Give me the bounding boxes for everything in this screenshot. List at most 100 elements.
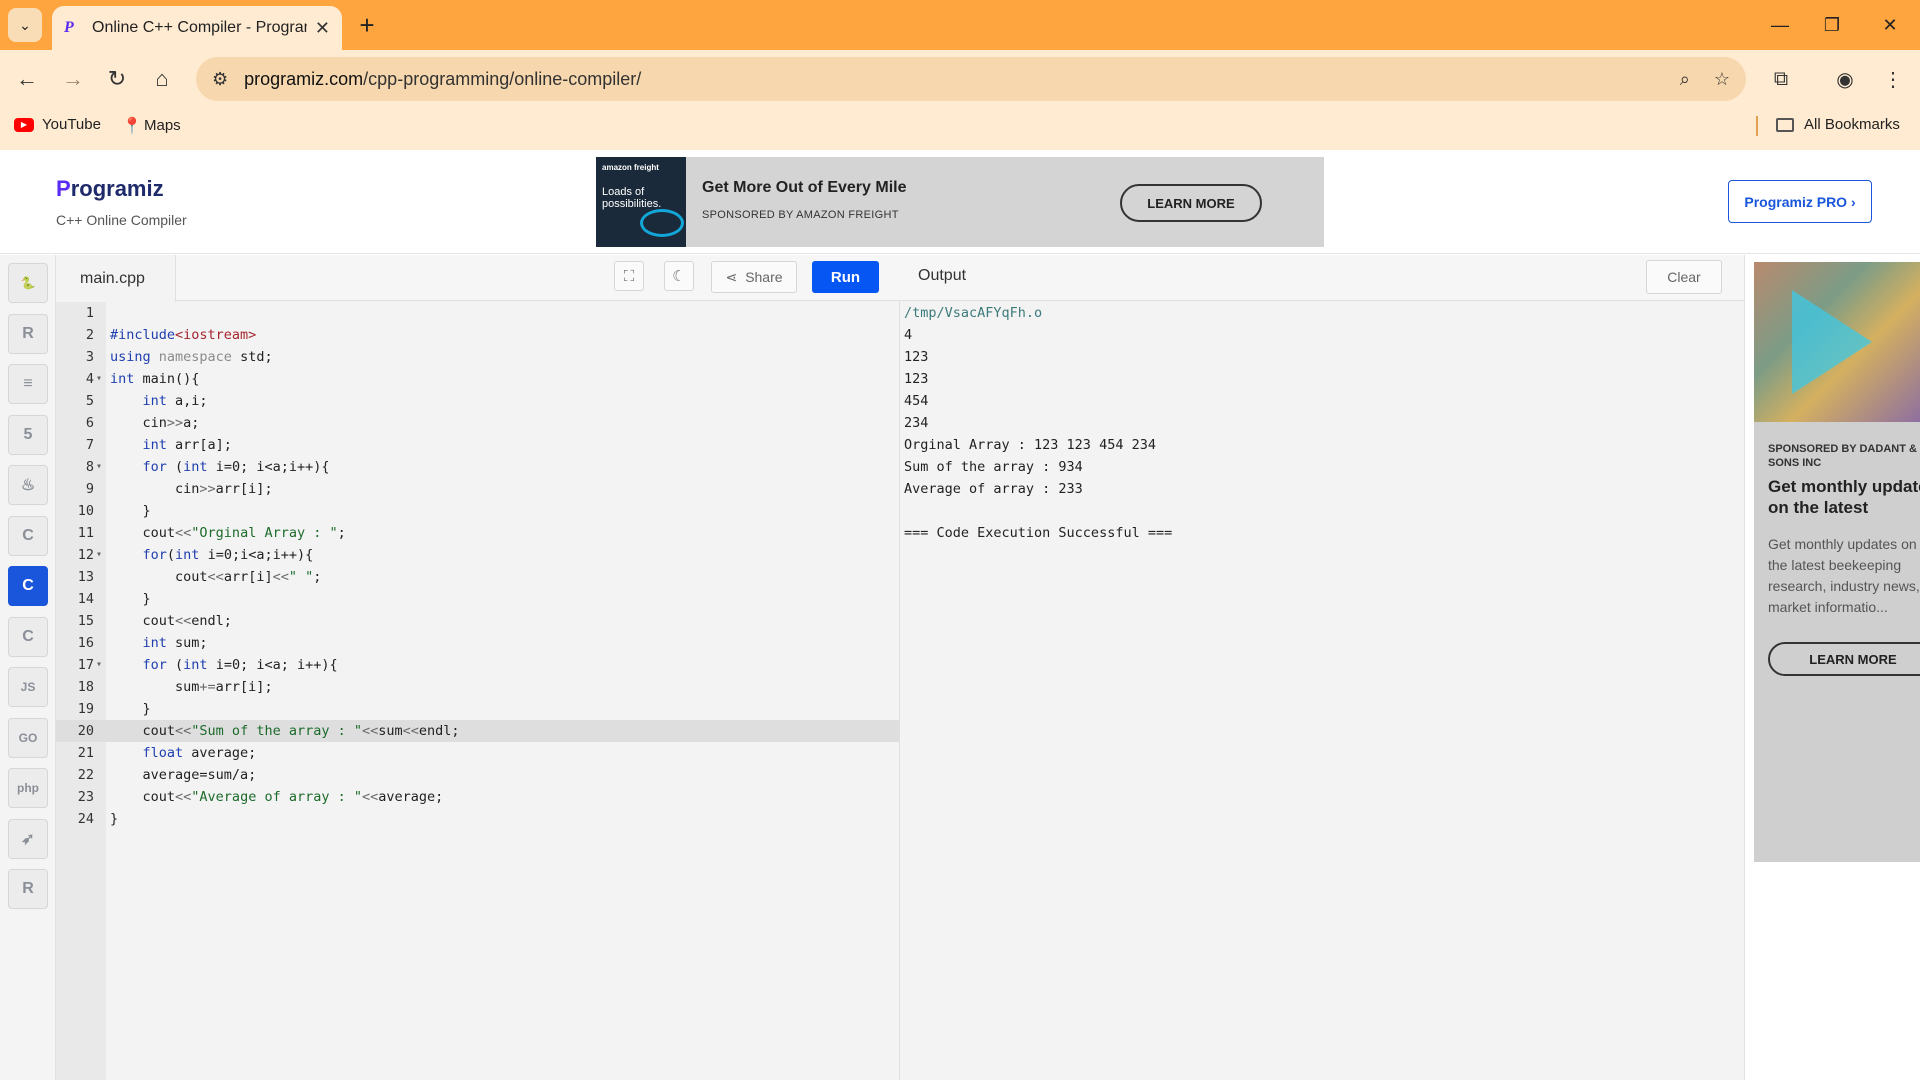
code-line[interactable]: 19 } bbox=[56, 698, 900, 720]
line-number: 14 bbox=[77, 591, 94, 607]
output-line: 123 bbox=[904, 371, 929, 387]
lang-cpp-button[interactable]: C bbox=[8, 566, 48, 606]
code-line[interactable]: 12 ▾ for(int i=0;i<a;i++){ bbox=[56, 544, 900, 566]
bookmark-star-icon[interactable]: ☆ bbox=[1714, 69, 1730, 90]
address-bar[interactable]: ⚙ programiz.com/cpp-programming/online-c… bbox=[196, 57, 1746, 101]
code-line[interactable]: 17 ▾ for (int i=0; i<a; i++){ bbox=[56, 654, 900, 676]
side-ad-learn-more-button[interactable]: LEARN MORE bbox=[1768, 642, 1920, 676]
code-line[interactable]: 16 int sum; bbox=[56, 632, 900, 654]
reload-icon[interactable]: ↻ bbox=[100, 62, 134, 96]
line-number: 19 bbox=[77, 701, 94, 717]
top-ad-banner[interactable]: amazon freight Loads of possibilities. G… bbox=[596, 157, 1324, 247]
code-text: sum+=arr[i]; bbox=[110, 679, 273, 695]
programiz-pro-button[interactable]: Programiz PRO › bbox=[1728, 180, 1872, 223]
ad-learn-more-button[interactable]: LEARN MORE bbox=[1120, 184, 1262, 222]
r-icon: R bbox=[22, 324, 34, 342]
code-text: } bbox=[110, 503, 151, 519]
lang-go-button[interactable]: GO bbox=[8, 717, 48, 758]
url-text[interactable]: programiz.com/cpp-programming/online-com… bbox=[244, 69, 1656, 90]
code-line[interactable]: 5 int a,i; bbox=[56, 390, 900, 412]
code-line[interactable]: 2 #include<iostream> bbox=[56, 324, 900, 346]
lang-java-button[interactable]: ♨ bbox=[8, 465, 48, 505]
fullscreen-icon: ⛶ bbox=[623, 267, 635, 285]
ad-title[interactable]: Get More Out of Every Mile bbox=[702, 179, 906, 197]
lang-python-button[interactable]: 🐍 bbox=[8, 263, 48, 303]
code-line[interactable]: 8 ▾ for (int i=0; i<a;i++){ bbox=[56, 456, 900, 478]
code-line[interactable]: 23 cout<<"Average of array : "<<average; bbox=[56, 786, 900, 808]
restore-icon[interactable]: ❐ bbox=[1812, 10, 1852, 40]
lang-php-button[interactable]: php bbox=[8, 768, 48, 808]
fold-arrow-icon[interactable]: ▾ bbox=[96, 654, 102, 676]
close-tab-icon[interactable]: ✕ bbox=[315, 18, 330, 39]
line-number: 21 bbox=[77, 745, 94, 761]
ad-image[interactable]: amazon freight Loads of possibilities. bbox=[596, 157, 686, 247]
line-number: 6 bbox=[85, 415, 94, 431]
lang-sql-button[interactable]: ≡ bbox=[8, 364, 48, 404]
lang-rust-button[interactable]: R bbox=[8, 869, 48, 909]
code-line[interactable]: 18 sum+=arr[i]; bbox=[56, 676, 900, 698]
play-icon[interactable] bbox=[1792, 290, 1872, 394]
code-line[interactable]: 11 cout<<"Orginal Array : "; bbox=[56, 522, 900, 544]
output-console[interactable]: /tmp/VsacAFYqFh.o 4 123 123 454 234 Orginal Ar… bbox=[904, 302, 1172, 544]
code-line[interactable]: 4 ▾ int main(){ bbox=[56, 368, 900, 390]
bookmark-maps[interactable]: 📍 Maps bbox=[122, 116, 181, 136]
fullscreen-button[interactable]: ⛶ bbox=[614, 261, 644, 291]
back-icon[interactable]: ← bbox=[10, 62, 44, 96]
code-line[interactable]: 3 using namespace std; bbox=[56, 346, 900, 368]
all-bookmarks-button[interactable]: All Bookmarks bbox=[1776, 116, 1900, 133]
side-ad-image[interactable] bbox=[1754, 262, 1920, 422]
line-number: 13 bbox=[77, 569, 94, 585]
code-line[interactable]: 21 float average; bbox=[56, 742, 900, 764]
code-text: cout<<"Sum of the array : "<<sum<<endl; bbox=[110, 723, 460, 739]
menu-kebab-icon[interactable]: ⋮ bbox=[1876, 62, 1910, 96]
code-text: int sum; bbox=[142, 635, 208, 651]
lang-swift-button[interactable]: ➶ bbox=[8, 818, 48, 859]
code-editor[interactable]: 1 2 #include<iostream> 3 using namespace std… bbox=[56, 302, 900, 830]
code-text: for (int i=0; i<a; i++){ bbox=[142, 657, 338, 673]
new-tab-button[interactable]: + bbox=[352, 10, 382, 40]
lang-c-button[interactable]: C bbox=[8, 515, 48, 556]
fold-arrow-icon[interactable]: ▾ bbox=[96, 456, 102, 478]
code-line[interactable]: 6 cin>>a; bbox=[56, 412, 900, 434]
code-text: int a,i; bbox=[142, 393, 208, 409]
code-line[interactable]: 9 cin>>arr[i]; bbox=[56, 478, 900, 500]
code-text: for(int i=0;i<a;i++){ bbox=[142, 547, 314, 563]
ad-image-brand: amazon freight bbox=[602, 163, 659, 172]
file-tab-main-cpp[interactable]: main.cpp bbox=[56, 255, 176, 302]
lang-csharp-button[interactable]: C bbox=[8, 616, 48, 657]
run-button[interactable]: Run bbox=[812, 261, 879, 293]
fold-arrow-icon[interactable]: ▾ bbox=[96, 368, 102, 390]
output-line: 4 bbox=[904, 327, 913, 343]
programiz-logo[interactable]: Programiz bbox=[56, 176, 164, 202]
code-line[interactable]: 14 } bbox=[56, 588, 900, 610]
forward-icon[interactable]: → bbox=[56, 62, 90, 96]
extensions-icon[interactable]: ⧉ bbox=[1764, 62, 1798, 96]
dark-mode-button[interactable]: ☾ bbox=[664, 261, 694, 291]
code-line[interactable]: 13 cout<<arr[i]<<" "; bbox=[56, 566, 900, 588]
code-line[interactable]: 15 cout<<endl; bbox=[56, 610, 900, 632]
page-subtitle: C++ Online Compiler bbox=[56, 212, 187, 228]
lang-js-button[interactable]: JS bbox=[8, 667, 48, 707]
lang-r-button[interactable]: R bbox=[8, 313, 48, 354]
zoom-icon[interactable]: ⌕ bbox=[1680, 69, 1690, 90]
profile-avatar[interactable]: ◉ bbox=[1828, 62, 1862, 96]
browser-tab[interactable]: P Online C++ Compiler - Programiz ✕ bbox=[52, 6, 342, 50]
lang-html-button[interactable]: 5 bbox=[8, 414, 48, 455]
code-line[interactable]: 20 cout<<"Sum of the array : "<<sum<<end… bbox=[56, 720, 900, 742]
share-button[interactable]: ⋖ Share bbox=[711, 261, 797, 293]
site-info-icon[interactable]: ⚙ bbox=[212, 69, 228, 90]
code-line[interactable]: 7 int arr[a]; bbox=[56, 434, 900, 456]
home-icon[interactable]: ⌂ bbox=[145, 62, 179, 96]
fold-arrow-icon[interactable]: ▾ bbox=[96, 544, 102, 566]
clear-button[interactable]: Clear bbox=[1646, 260, 1722, 294]
side-ad-headline[interactable]: Get monthly updates on the latest bbox=[1768, 476, 1920, 518]
minimize-icon[interactable]: — bbox=[1760, 10, 1800, 40]
code-line[interactable]: 24} bbox=[56, 808, 900, 830]
code-line[interactable]: 1 bbox=[56, 302, 900, 324]
side-ad[interactable]: SPONSORED BY DADANT & SONS INC Get month… bbox=[1754, 262, 1920, 862]
close-window-icon[interactable]: ✕ bbox=[1870, 10, 1910, 40]
tab-search-button[interactable]: ⌄ bbox=[8, 8, 42, 42]
code-line[interactable]: 10 } bbox=[56, 500, 900, 522]
bookmark-youtube[interactable]: ▶ YouTube bbox=[14, 116, 101, 133]
code-line[interactable]: 22 average=sum/a; bbox=[56, 764, 900, 786]
